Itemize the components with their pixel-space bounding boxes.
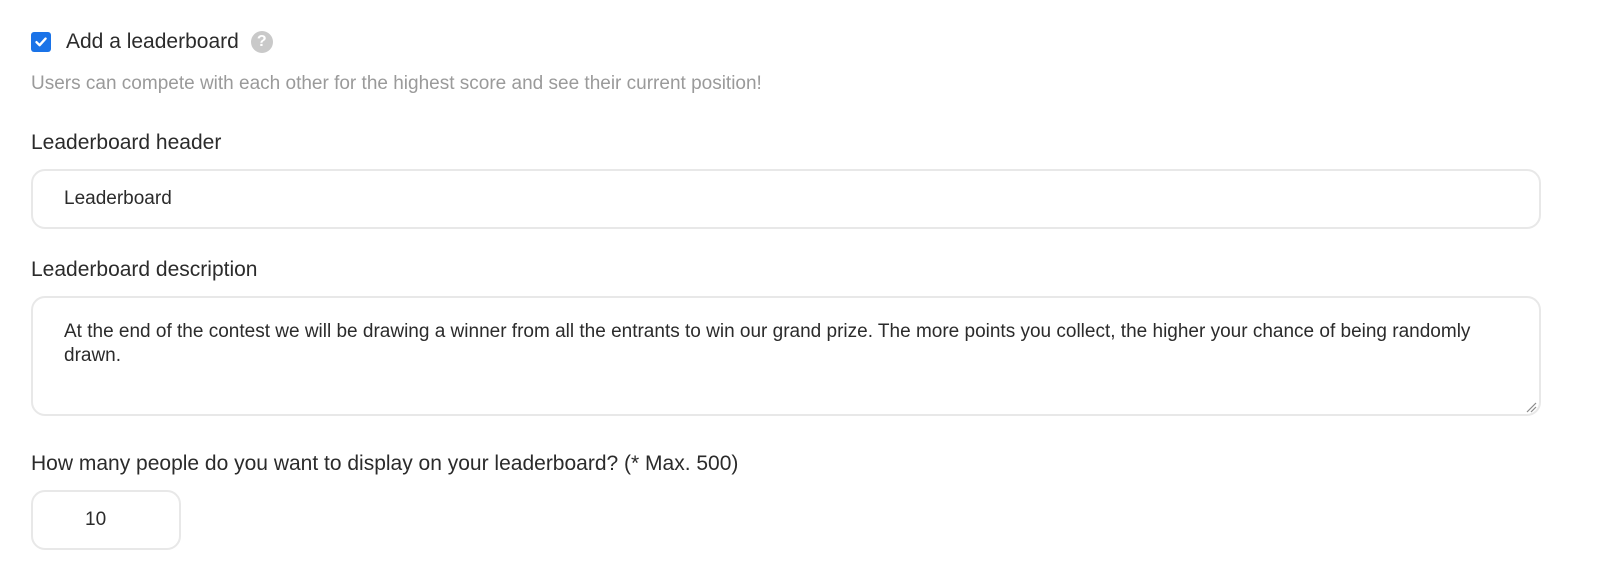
question-circle-icon[interactable]: ?: [250, 31, 273, 53]
checkmark-icon: [35, 37, 47, 47]
add-leaderboard-row: Add a leaderboard ?: [31, 28, 273, 56]
resize-grip-icon[interactable]: [1525, 401, 1537, 413]
leaderboard-description-label: Leaderboard description: [31, 258, 258, 281]
leaderboard-count-label: How many people do you want to display o…: [31, 452, 739, 475]
leaderboard-header-label: Leaderboard header: [31, 131, 222, 154]
leaderboard-description-textarea[interactable]: At the end of the contest we will be dra…: [31, 296, 1541, 416]
leaderboard-hint-text: Users can compete with each other for th…: [31, 73, 762, 94]
add-leaderboard-checkbox[interactable]: [31, 32, 51, 52]
add-leaderboard-label[interactable]: Add a leaderboard: [66, 30, 239, 54]
leaderboard-header-input[interactable]: [31, 169, 1541, 229]
leaderboard-count-input[interactable]: [31, 490, 181, 550]
